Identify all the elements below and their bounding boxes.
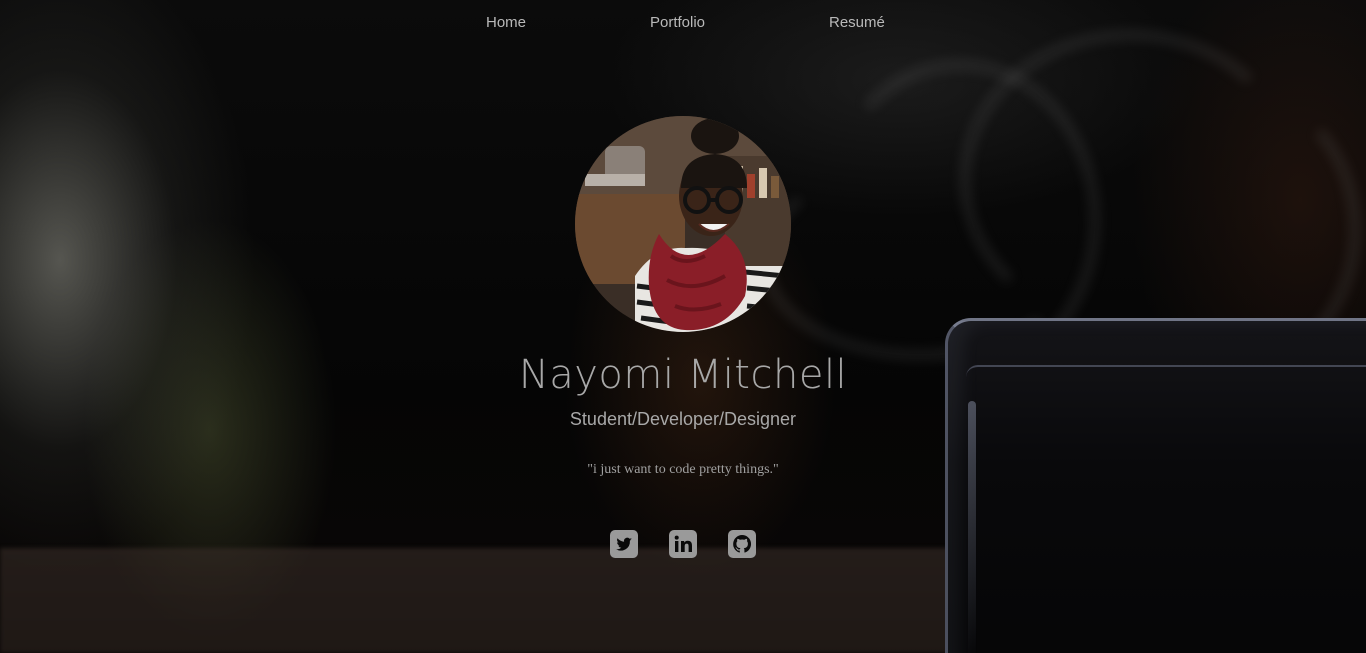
top-nav: Home Portfolio Resumé bbox=[0, 14, 1366, 34]
nav-home-link[interactable]: Home bbox=[486, 14, 526, 31]
hero-background: Home Portfolio Resumé Nayomi Mitchell St… bbox=[0, 0, 1366, 653]
profile-name: Nayomi Mitchell bbox=[518, 352, 848, 398]
linkedin-icon[interactable] bbox=[669, 530, 697, 558]
twitter-icon[interactable] bbox=[610, 530, 638, 558]
nav-resume-link[interactable]: Resumé bbox=[829, 14, 885, 31]
mug-highlight bbox=[968, 401, 976, 653]
profile-avatar bbox=[575, 116, 791, 332]
nav-portfolio-link[interactable]: Portfolio bbox=[650, 14, 705, 31]
github-icon[interactable] bbox=[728, 530, 756, 558]
profile-subtitle: Student/Developer/Designer bbox=[569, 409, 797, 429]
table-surface bbox=[0, 548, 1000, 653]
profile-quote: "i just want to code pretty things." bbox=[587, 462, 779, 477]
